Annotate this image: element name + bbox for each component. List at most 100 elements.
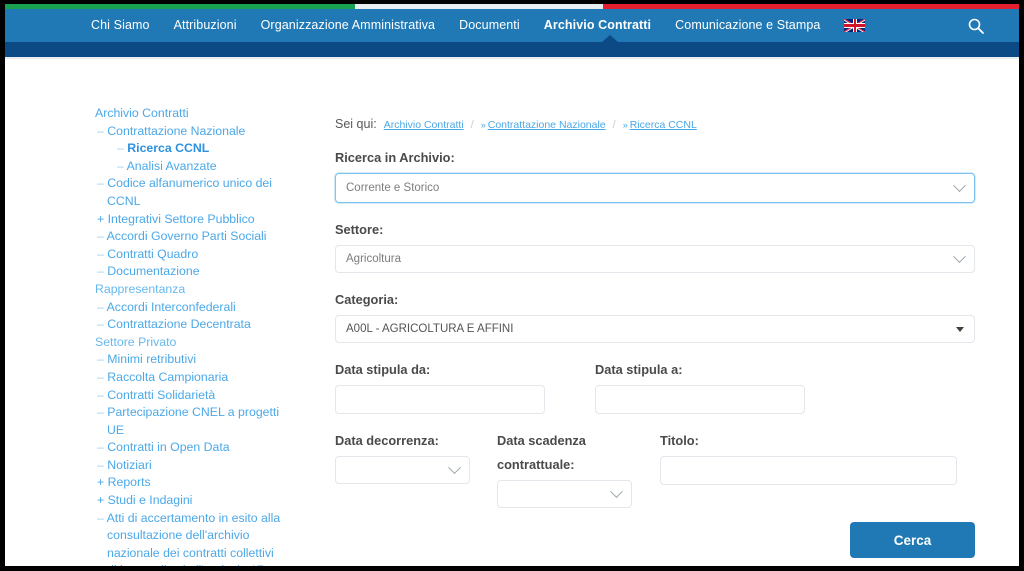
- sidebar-navigation: Archivio Contratti – Contrattazione Nazi…: [93, 105, 283, 566]
- select-settore[interactable]: Agricoltura: [335, 245, 975, 273]
- input-data-stipula-a[interactable]: [595, 385, 805, 414]
- nav-item-documenti[interactable]: Documenti: [447, 9, 532, 42]
- expand-plus-icon: +: [97, 475, 105, 490]
- breadcrumb: Sei qui: Archivio Contratti / » Contratta…: [335, 105, 975, 135]
- sidebar-item-ricerca-ccnl[interactable]: – Ricerca CCNL: [93, 140, 283, 158]
- label-categoria: Categoria:: [335, 292, 399, 307]
- sidebar-item-contratti-quadro[interactable]: – Contratti Quadro: [93, 246, 283, 264]
- chevron-down-icon: [448, 460, 461, 474]
- sidebar-item-label: Contratti Solidarietà: [107, 387, 216, 402]
- cerca-button[interactable]: Cerca: [850, 522, 975, 558]
- collapse-minus-icon: –: [97, 510, 104, 525]
- collapse-minus-icon: –: [97, 264, 104, 279]
- sidebar-item-documentazione[interactable]: – Documentazione: [93, 263, 283, 281]
- sidebar-item-reports[interactable]: + Reports: [93, 474, 283, 492]
- sidebar-item-label: Codice alfanumerico unico dei CCNL: [107, 176, 273, 208]
- chevron-down-icon: [610, 484, 623, 498]
- select-data-scadenza[interactable]: [497, 480, 632, 508]
- sidebar-item-contratti-solidarieta[interactable]: – Contratti Solidarietà: [93, 387, 283, 405]
- field-row-decorrenza-scadenza-titolo: Data decorrenza: Data scadenza contrattu…: [335, 432, 975, 508]
- sidebar-item-contrattazione-decentrata[interactable]: – Contrattazione Decentrata: [93, 316, 283, 334]
- label-ricerca-archivio: Ricerca in Archivio:: [335, 150, 455, 165]
- collapse-minus-icon: –: [97, 405, 104, 420]
- label-data-scadenza-line2: contrattuale:: [497, 457, 575, 472]
- collapse-minus-icon: –: [97, 369, 104, 384]
- field-group-data-decorrenza: Data decorrenza:: [335, 432, 470, 484]
- sidebar-section-label: Rappresentanza: [95, 281, 186, 296]
- nav-item-organizzazione-amministrativa[interactable]: Organizzazione Amministrativa: [249, 9, 448, 42]
- sidebar-item-notiziari[interactable]: – Notiziari: [93, 457, 283, 475]
- sidebar-item-label: Contrattazione Nazionale: [107, 123, 246, 138]
- breadcrumb-lead: Sei qui:: [335, 117, 377, 131]
- submit-row: Cerca: [335, 508, 975, 558]
- collapse-minus-icon: –: [117, 158, 124, 173]
- sidebar-item-codice-alfanumerico[interactable]: – Codice alfanumerico unico dei CCNL: [93, 175, 283, 210]
- sidebar-item-label: Raccolta Campionaria: [107, 369, 229, 384]
- chevron-down-icon: [953, 178, 966, 192]
- breadcrumb-chevron-icon: »: [622, 120, 628, 130]
- collapse-minus-icon: –: [97, 299, 104, 314]
- select-data-decorrenza[interactable]: [335, 456, 470, 484]
- select-ricerca-archivio[interactable]: Corrente e Storico: [335, 173, 975, 203]
- triangle-down-icon: [956, 326, 964, 332]
- sidebar-item-studi-e-indagini[interactable]: + Studi e Indagini: [93, 492, 283, 510]
- collapse-minus-icon: –: [97, 246, 104, 261]
- field-group-ricerca-archivio: Ricerca in Archivio: Corrente e Storico: [335, 149, 975, 203]
- input-titolo[interactable]: [660, 456, 957, 485]
- sidebar-item-analisi-avanzate[interactable]: – Analisi Avanzate: [93, 158, 283, 176]
- sidebar-section-rappresentanza[interactable]: Rappresentanza: [93, 281, 283, 299]
- sidebar-item-label: Ricerca CCNL: [127, 141, 210, 156]
- collapse-minus-icon: –: [97, 457, 104, 472]
- nav-item-attribuzioni[interactable]: Attribuzioni: [162, 9, 249, 42]
- main-content: Sei qui: Archivio Contratti / » Contratta…: [335, 105, 975, 558]
- sidebar-item-partecipazione-cnel-progetti-ue[interactable]: – Partecipazione CNEL a progetti UE: [93, 404, 283, 439]
- select-categoria-value: A00L - AGRICOLTURA E AFFINI: [346, 323, 514, 335]
- nav-item-archivio-contratti[interactable]: Archivio Contratti: [532, 9, 663, 42]
- field-group-data-scadenza: Data scadenza contrattuale:: [497, 432, 632, 508]
- sidebar-item-contratti-in-open-data[interactable]: – Contratti in Open Data: [93, 439, 283, 457]
- sidebar-item-label: Documentazione: [107, 264, 200, 279]
- sidebar-item-accordi-governo-parti-sociali[interactable]: – Accordi Governo Parti Sociali: [93, 228, 283, 246]
- breadcrumb-separator: /: [470, 119, 474, 131]
- sidebar-section-settore-privato[interactable]: Settore Privato: [93, 334, 283, 352]
- sidebar-item-accordi-interconfederali[interactable]: – Accordi Interconfederali: [93, 299, 283, 317]
- breadcrumb-link-ricerca-ccnl[interactable]: Ricerca CCNL: [630, 119, 697, 131]
- breadcrumb-link-archivio-contratti[interactable]: Archivio Contratti: [384, 119, 464, 131]
- breadcrumb-link-contrattazione-nazionale[interactable]: Contrattazione Nazionale: [488, 119, 606, 131]
- input-data-stipula-da[interactable]: [335, 385, 545, 414]
- sidebar-item-label: Accordi Governo Parti Sociali: [106, 229, 267, 244]
- nav-item-chi-siamo[interactable]: Chi Siamo: [79, 9, 162, 42]
- sidebar-item-atti-di-accertamento[interactable]: – Atti di accertamento in esito alla con…: [93, 510, 283, 566]
- uk-flag-icon[interactable]: [844, 19, 866, 32]
- collapse-minus-icon: –: [117, 141, 124, 156]
- label-settore: Settore:: [335, 222, 384, 237]
- label-titolo: Titolo:: [660, 433, 699, 448]
- field-group-data-stipula-da: Data stipula da:: [335, 361, 545, 414]
- breadcrumb-separator: /: [612, 119, 616, 131]
- field-group-data-stipula-a: Data stipula a:: [595, 361, 805, 414]
- search-icon[interactable]: [967, 17, 985, 35]
- select-ricerca-archivio-value: Corrente e Storico: [346, 182, 440, 194]
- sidebar-item-label: Integrativi Settore Pubblico: [107, 211, 255, 226]
- collapse-minus-icon: –: [97, 317, 104, 332]
- active-tab-pointer: [602, 35, 618, 42]
- select-categoria[interactable]: A00L - AGRICOLTURA E AFFINI: [335, 315, 975, 343]
- nav-item-comunicazione-e-stampa[interactable]: Comunicazione e Stampa: [663, 9, 832, 42]
- label-data-stipula-da: Data stipula da:: [335, 362, 431, 377]
- search-form: Ricerca in Archivio: Corrente e Storico …: [335, 135, 975, 558]
- sidebar-item-minimi-retributivi[interactable]: – Minimi retributivi: [93, 351, 283, 369]
- sidebar-item-integrativi-settore-pubblico[interactable]: + Integrativi Settore Pubblico: [93, 211, 283, 229]
- expand-plus-icon: +: [97, 493, 105, 508]
- select-settore-value: Agricoltura: [346, 253, 401, 265]
- sidebar-item-raccolta-campionaria[interactable]: – Raccolta Campionaria: [93, 369, 283, 387]
- nav-subbar: [5, 35, 1019, 57]
- sidebar-item-label: Partecipazione CNEL a progetti UE: [107, 405, 280, 437]
- sidebar-item-archivio-contratti[interactable]: Archivio Contratti: [93, 105, 283, 123]
- collapse-minus-icon: –: [97, 387, 104, 402]
- sidebar-item-label: Contratti Quadro: [107, 246, 199, 261]
- sidebar-item-label: Contrattazione Decentrata: [107, 317, 251, 332]
- sidebar-item-contrattazione-nazionale[interactable]: – Contrattazione Nazionale: [93, 123, 283, 141]
- sidebar-item-label: Notiziari: [107, 457, 152, 472]
- label-data-decorrenza: Data decorrenza:: [335, 433, 439, 448]
- flag-cross-red-vertical: [853, 19, 857, 32]
